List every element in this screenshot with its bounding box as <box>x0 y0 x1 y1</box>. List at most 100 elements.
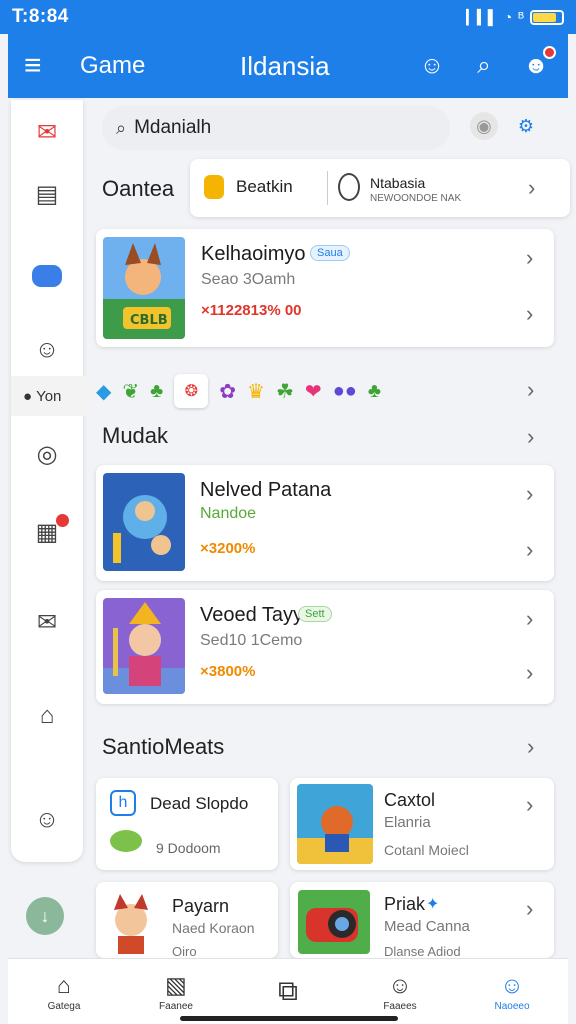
chevron-right-icon[interactable]: › <box>526 606 533 632</box>
game-subtitle: Sed10 1Cemo <box>200 632 303 649</box>
app-bar: ≡ Game Ildansia ☺ ⌕ ☻ <box>8 34 568 98</box>
tile-title: Dead Slopdo <box>150 794 249 813</box>
status-bar: T:8:84 ▎▍▌ ◔ ᴮ <box>0 0 576 34</box>
game-subtitle: Seao 3Oamh <box>201 271 296 288</box>
chevron-right-icon[interactable]: › <box>526 245 533 271</box>
game-thumbnail <box>103 473 185 571</box>
crown-icon[interactable]: ♛ <box>247 379 265 404</box>
status-time: T:8:84 <box>12 6 69 27</box>
mic-icon[interactable]: ◉ <box>470 112 498 140</box>
game-subtitle: Nandoe <box>200 505 257 522</box>
profile-icon[interactable]: ☺ <box>416 52 448 80</box>
sidebar-item-user[interactable]: ☺ <box>11 330 83 370</box>
mail-icon: ✉ <box>36 608 58 636</box>
chevron-right-icon[interactable]: › <box>526 301 533 327</box>
sidebar: ✉ ▤ ☺ ● Yon ◎ ▦ ✉ ⌂ ☺ <box>11 100 93 862</box>
filter-left-label: Beatkin <box>236 177 293 196</box>
home-icon: ⌂ <box>39 702 55 729</box>
chat-bubble-icon: ✉ <box>36 118 58 146</box>
search-input[interactable] <box>134 117 395 139</box>
notification-badge <box>543 46 556 59</box>
sidebar-item-chat[interactable]: ✉ <box>11 112 83 152</box>
tile-card[interactable]: Caxtol Elanria Cotanl Moiecl › <box>290 778 554 870</box>
dots-icon[interactable]: ●● <box>333 380 357 403</box>
tile-title: Payarn <box>172 896 230 916</box>
tile-card[interactable]: Payarn Naed Koraon Oiro <box>96 882 278 959</box>
nav-label: Naoeeo <box>494 1000 530 1012</box>
chevron-right-icon[interactable]: › <box>527 377 534 403</box>
chevron-right-icon[interactable]: › <box>526 896 533 922</box>
nav-item-naoeeo[interactable]: ☺ Naoeeo <box>456 959 568 1024</box>
game-thumbnail <box>103 598 185 694</box>
game-price: ×1122813% 00 <box>201 302 302 319</box>
nav-item-camera[interactable]: ⧉ <box>232 959 344 1024</box>
chevron-right-icon[interactable]: › <box>526 537 533 563</box>
download-fab[interactable]: ↓ <box>26 897 64 935</box>
tile-title: Caxtol <box>384 790 436 810</box>
sidebar-item-mail[interactable]: ✉ <box>11 602 83 642</box>
appbar-actions: ☺ ⌕ ☻ <box>416 46 556 80</box>
sidebar-item-calendar-badge[interactable]: ▦ <box>11 512 83 552</box>
tile-detail: Oiro <box>172 944 197 959</box>
search-icon[interactable]: ⌕ <box>468 52 500 80</box>
svg-text:CBLB: CBLB <box>130 313 168 328</box>
sidebar-item-toggle[interactable] <box>11 256 83 296</box>
tile-subtitle: Mead Canna <box>384 918 470 935</box>
game-card[interactable]: CBLB Kelhaoimyo Saua Seao 3Oamh ×1122813… <box>96 229 554 347</box>
chevron-right-icon[interactable]: › <box>527 734 534 760</box>
chevron-right-icon[interactable]: › <box>526 792 533 818</box>
chevron-right-icon[interactable]: › <box>527 424 534 450</box>
droplet-icon[interactable]: ◆ <box>96 379 111 404</box>
person-dot-icon: ● <box>23 387 33 405</box>
filter-right-sub: NEWOONDOE NAK <box>370 193 462 204</box>
settings-icon[interactable]: ⚙ <box>512 112 540 140</box>
chevron-right-icon[interactable]: › <box>526 660 533 686</box>
sidebar-item-account[interactable]: ☺ <box>11 800 83 840</box>
game-card[interactable]: Veoed Tayy Sett Sed10 1Cemo ×3800% › › <box>96 590 554 704</box>
bottom-navigation: ⌂ Gatega ▧ Faanee ⧉ ☺ Faaees ☺ Naoeeo <box>8 958 568 1024</box>
shamrock-icon[interactable]: ☘ <box>276 379 294 404</box>
sidebar-item-home[interactable]: ⌂ <box>11 696 83 736</box>
search-bar[interactable]: ⌕ <box>102 106 450 150</box>
nav-item-faaees[interactable]: ☺ Faaees <box>344 959 456 1024</box>
tile-title: Priak <box>384 894 426 914</box>
bluetooth-icon: ᴮ <box>518 9 524 25</box>
tile-detail: Cotanl Moiecl <box>384 842 469 858</box>
filter-card[interactable]: Beatkin Ntabasia NEWOONDOE NAK › <box>190 159 570 217</box>
home-indicator <box>180 1016 398 1021</box>
heart-icon[interactable]: ❤ <box>305 379 322 404</box>
game-title: Kelhaoimyo <box>201 243 306 265</box>
clover-icon[interactable]: ♣ <box>150 380 163 403</box>
person-icon: ☺ <box>388 971 412 998</box>
nav-item-gatega[interactable]: ⌂ Gatega <box>8 959 120 1024</box>
game-card[interactable]: Nelved Patana Nandoe ×3200% › › <box>96 465 554 581</box>
turtle-icon <box>110 830 142 852</box>
wifi-icon: ◔ <box>503 9 513 25</box>
tile-subtitle: 9 Dodoom <box>156 840 221 856</box>
selected-category-icon[interactable]: ❂ <box>174 374 209 408</box>
status-badge: Sett <box>298 606 332 622</box>
sidebar-item-compass[interactable]: ◎ <box>11 434 83 474</box>
leaf-icon[interactable]: ❦ <box>122 379 139 404</box>
nav-item-faanee[interactable]: ▧ Faanee <box>120 959 232 1024</box>
battery-icon <box>530 9 564 25</box>
menu-icon[interactable]: ≡ <box>24 49 64 83</box>
nav-label: Faaees <box>383 1000 417 1012</box>
sidebar-item-calendar[interactable]: ▤ <box>11 174 83 214</box>
sparkle-icon: ✦ <box>426 896 440 913</box>
chevron-right-icon[interactable]: › <box>526 481 533 507</box>
notification-icon[interactable]: ☻ <box>520 46 556 80</box>
calendar-badge-icon: ▦ <box>35 518 59 546</box>
club-icon[interactable]: ♣ <box>368 380 381 403</box>
tile-card[interactable]: Priak ✦ Mead Canna Dlanse Adiod › <box>290 882 554 959</box>
flower-icon[interactable]: ✿ <box>219 379 236 404</box>
game-title: Veoed Tayy <box>200 604 304 626</box>
sidebar-item-yon[interactable]: ● Yon <box>11 376 93 416</box>
tile-card[interactable]: h Dead Slopdo 9 Dodoom <box>96 778 278 870</box>
tile-subtitle: Elanria <box>384 814 431 831</box>
section-title-mudak: Mudak <box>102 423 169 448</box>
download-icon: ↓ <box>40 905 50 926</box>
game-thumbnail: CBLB <box>103 237 185 339</box>
chevron-right-icon[interactable]: › <box>528 175 535 201</box>
game-title: Nelved Patana <box>200 479 332 501</box>
